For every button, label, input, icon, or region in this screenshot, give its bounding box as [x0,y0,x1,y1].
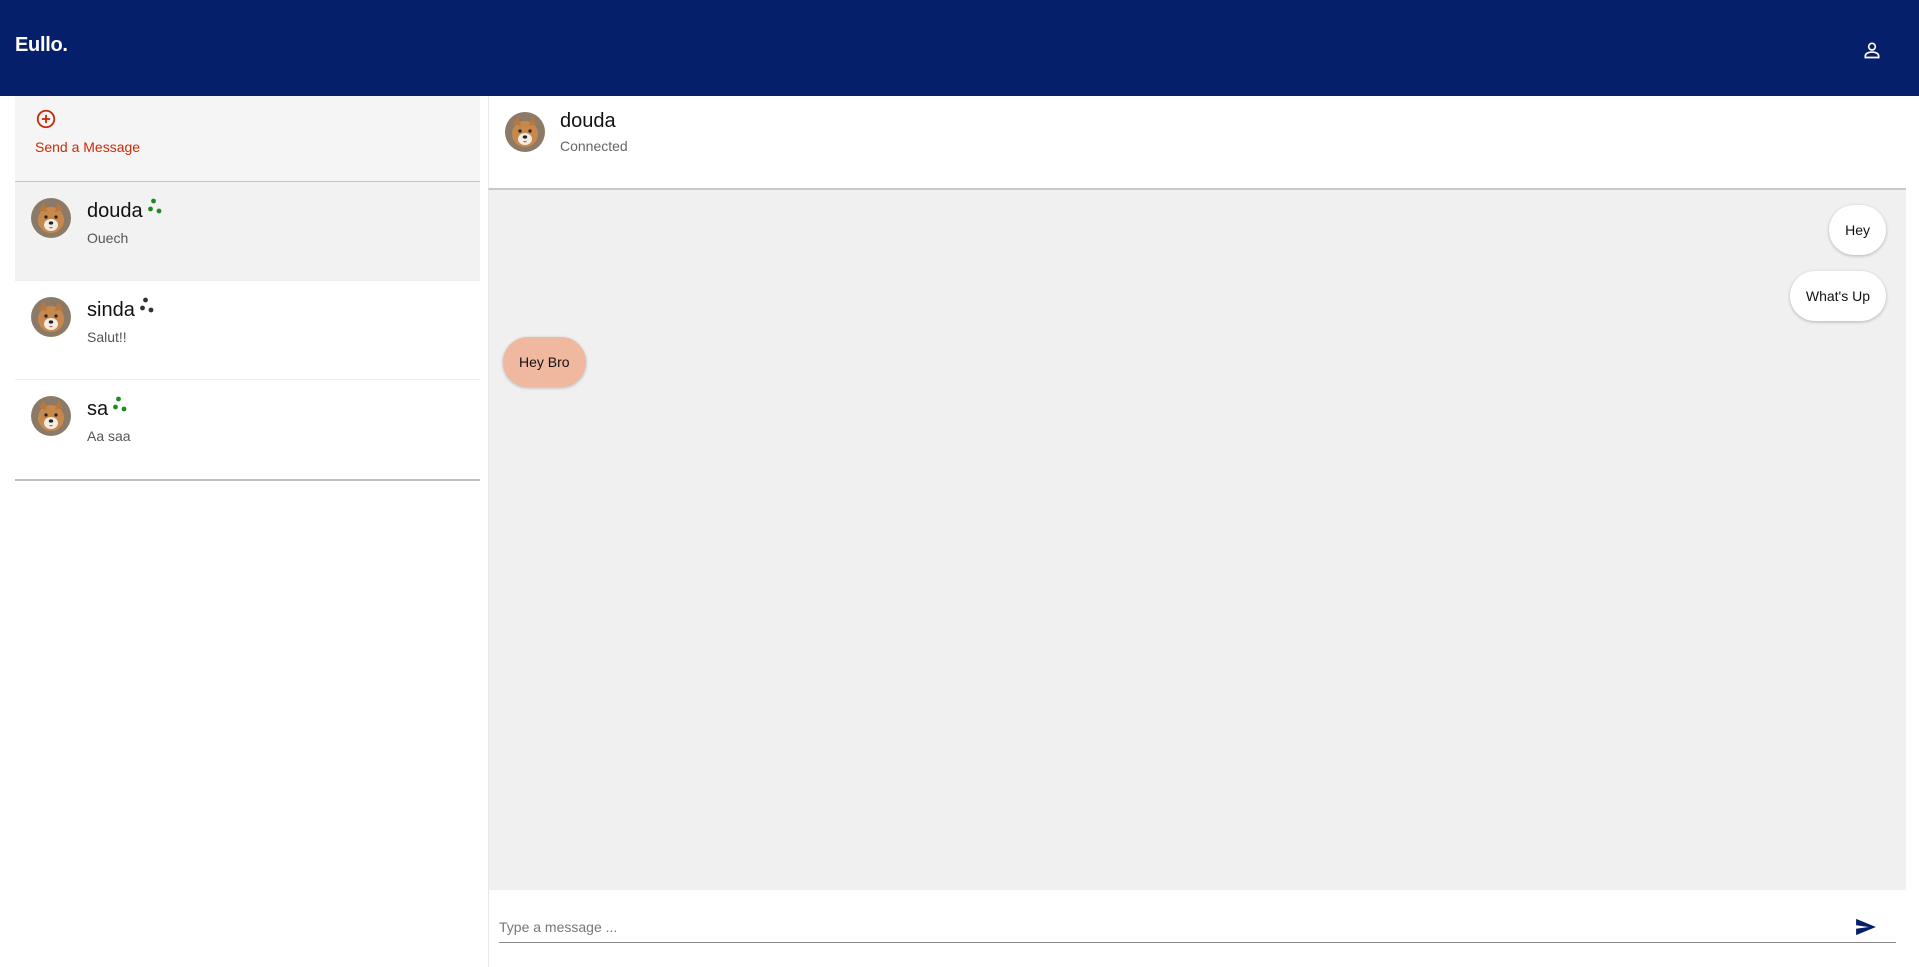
conversation-name: sa [87,395,132,421]
conversation-name-text: sinda [87,299,135,321]
message-bubble-incoming: Hey Bro [503,337,586,387]
message-list[interactable]: Hey What's Up Hey Bro [488,190,1906,890]
send-a-message-button[interactable]: Send a Message [35,139,140,155]
offline-status-icon [139,296,159,322]
chat-header: douda Connected [488,96,1906,190]
message-input[interactable] [499,912,1896,943]
online-status-icon [112,395,132,421]
conversation-item-douda[interactable]: douda Ouech [15,182,480,281]
message-bubble-outgoing: Hey [1829,205,1886,255]
chat-title: douda [560,110,616,132]
top-app-bar: Eullo. [0,0,1919,96]
send-icon [1856,918,1876,936]
account-button[interactable] [1858,36,1886,64]
avatar [31,297,71,337]
conversation-name-text: douda [87,200,143,222]
conversation-item-sinda[interactable]: sinda Salut!! [15,281,480,380]
app-brand[interactable]: Eullo. [15,34,68,57]
conversation-list: douda Ouech sinda Salut!! sa Aa saa [15,182,480,481]
dog-avatar-image [505,112,545,152]
chat-panel: douda Connected Hey What's Up Hey Bro [488,96,1907,967]
message-bubble-outgoing: What's Up [1789,271,1886,321]
conversation-sidebar: Send a Message douda Ouech sinda Salut!!… [0,96,488,967]
conversation-preview: Salut!! [87,329,127,345]
conversation-name: douda [87,197,167,223]
dog-avatar-image [31,396,71,436]
chat-status: Connected [560,138,628,154]
online-status-icon [147,197,167,223]
message-composer [488,890,1906,967]
dog-avatar-image [31,297,71,337]
avatar [31,198,71,238]
send-button[interactable] [1853,916,1879,938]
avatar [31,396,71,436]
new-message-panel: Send a Message [15,96,480,182]
conversation-name-text: sa [87,398,109,420]
add-circle-outline-icon[interactable] [35,108,57,130]
conversation-item-sa[interactable]: sa Aa saa [15,380,480,479]
avatar [505,112,545,152]
conversation-name: sinda [87,296,159,322]
conversation-preview: Aa saa [87,428,131,444]
dog-avatar-image [31,198,71,238]
person-outline-icon [1864,42,1880,59]
conversation-preview: Ouech [87,230,129,246]
